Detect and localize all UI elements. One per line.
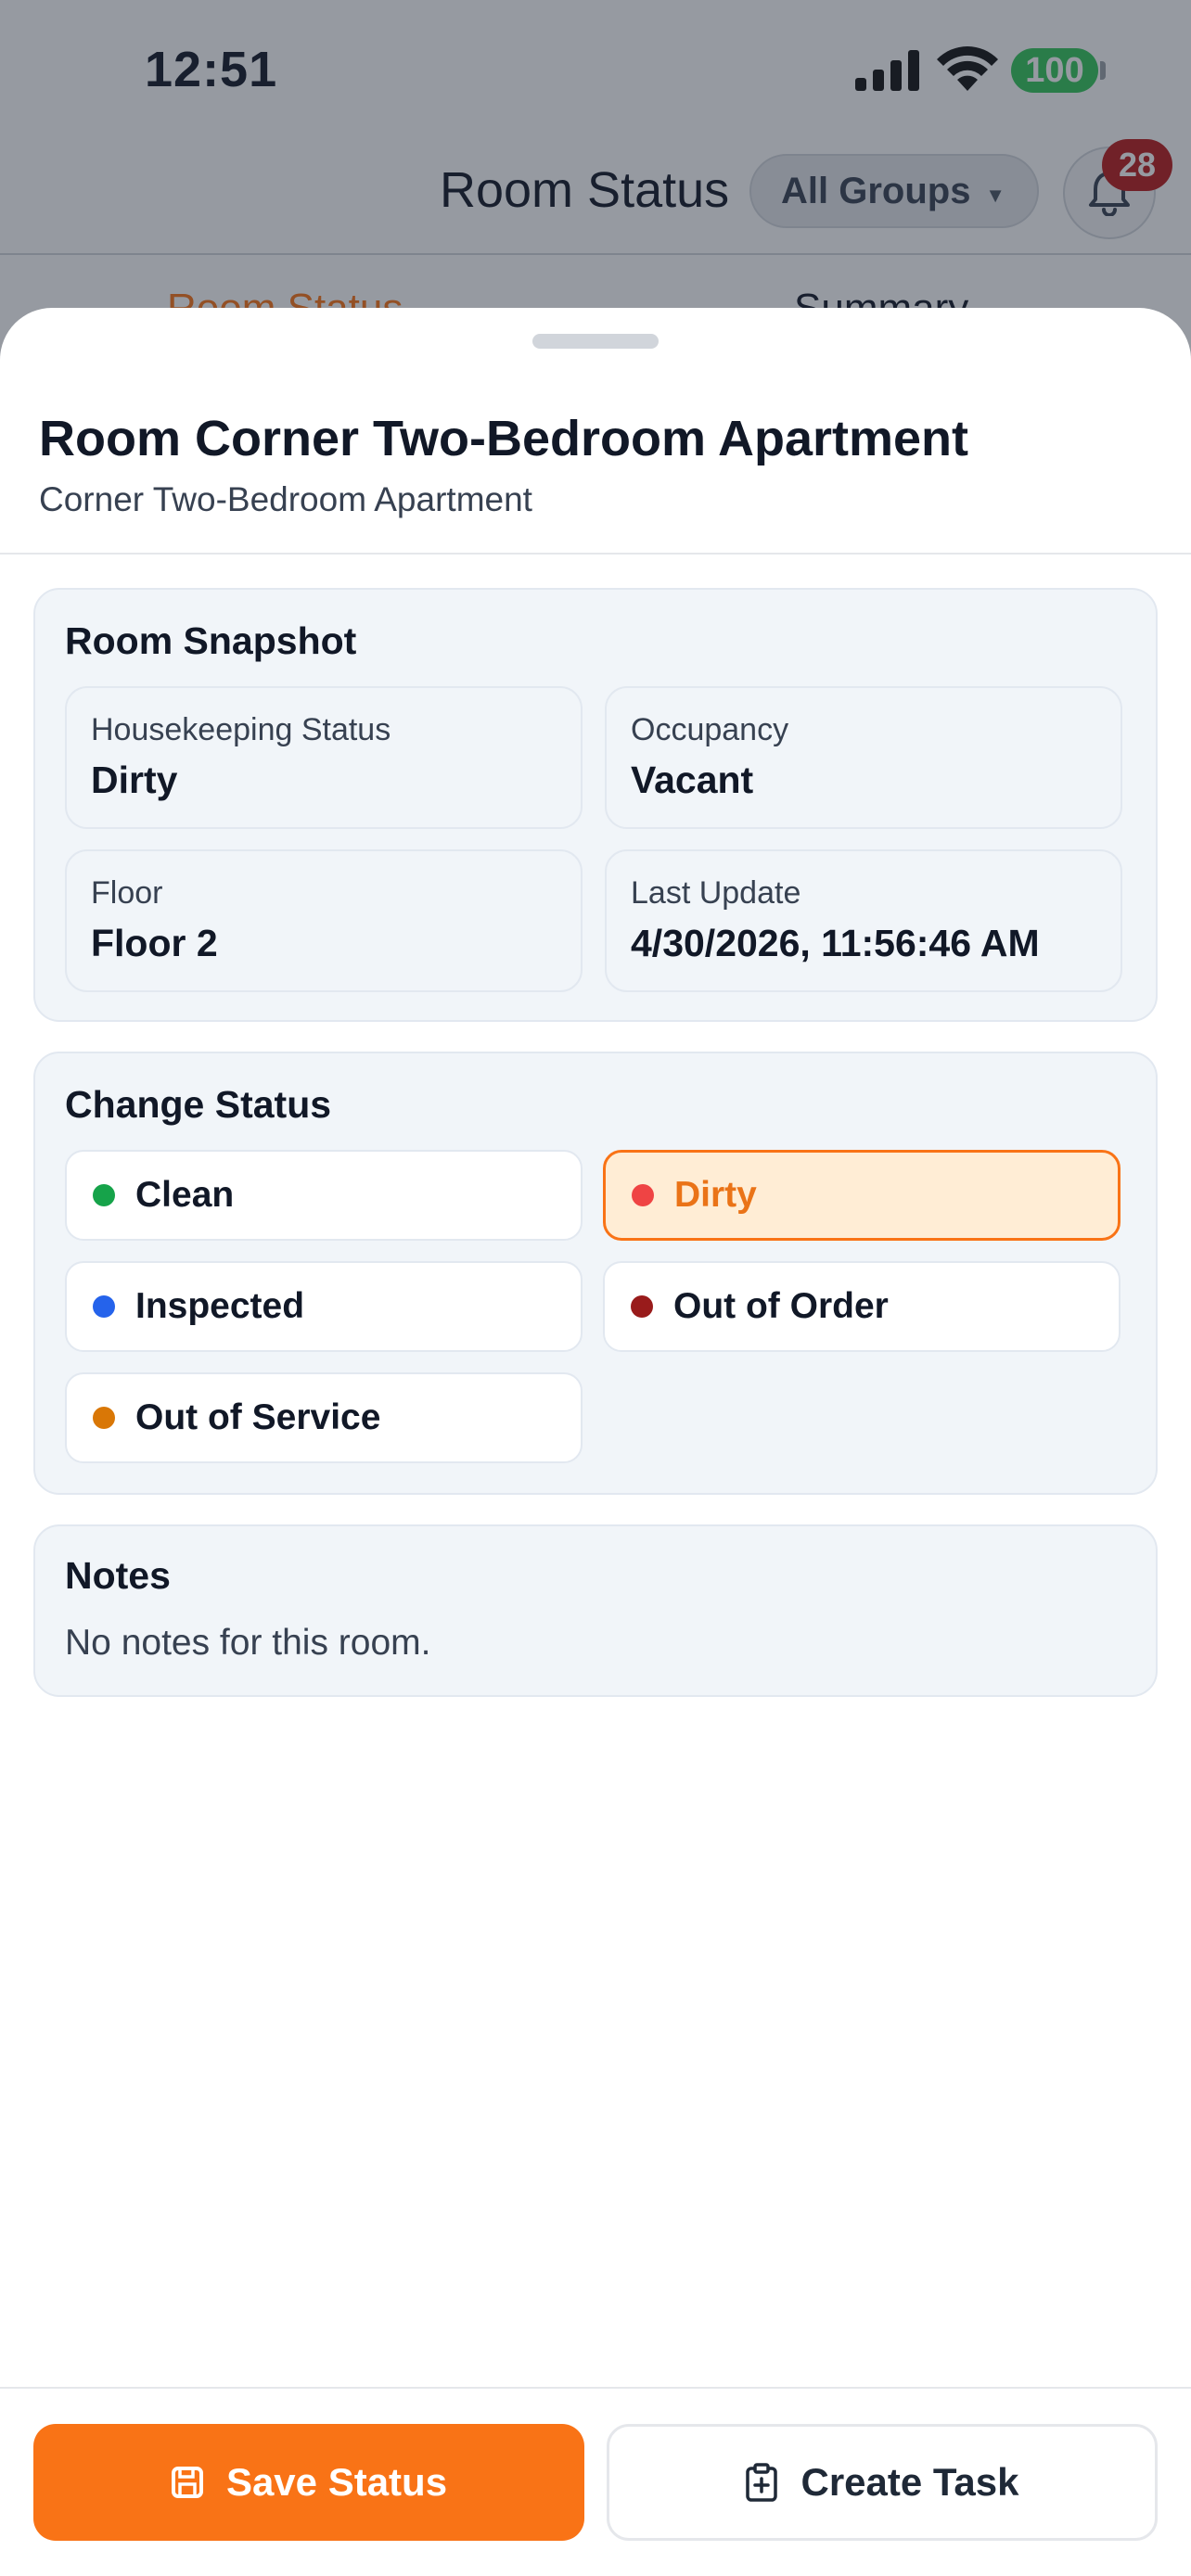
footer-divider: [0, 2387, 1191, 2389]
tile-value: Dirty: [91, 759, 178, 801]
status-option-label: Clean: [135, 1175, 235, 1215]
status-option-label: Out of Service: [135, 1397, 381, 1437]
tile-label: Last Update: [631, 875, 801, 911]
housekeeping-status-tile: Housekeeping Status Dirty: [65, 686, 583, 829]
sheet-title: Room Corner Two-Bedroom Apartment: [39, 411, 969, 466]
status-dot-icon: [632, 1184, 654, 1206]
occupancy-tile: Occupancy Vacant: [605, 686, 1122, 829]
change-status-title: Change Status: [65, 1083, 332, 1126]
room-snapshot-card: Room Snapshot Housekeeping Status Dirty …: [33, 588, 1158, 1022]
create-task-button[interactable]: Create Task: [607, 2424, 1158, 2541]
floor-tile: Floor Floor 2: [65, 849, 583, 992]
sheet-divider: [0, 553, 1191, 555]
status-option-clean[interactable]: Clean: [65, 1150, 583, 1241]
tile-value: 4/30/2026, 11:56:46 AM: [631, 922, 1040, 964]
change-status-card: Change Status Clean Dirty Inspected Out …: [33, 1052, 1158, 1495]
notes-title: Notes: [65, 1554, 171, 1597]
clipboard-plus-icon: [745, 2463, 778, 2502]
status-option-dirty[interactable]: Dirty: [603, 1150, 1121, 1241]
notes-card: Notes No notes for this room.: [33, 1524, 1158, 1697]
status-option-out-of-service[interactable]: Out of Service: [65, 1372, 583, 1463]
status-dot-icon: [93, 1407, 115, 1429]
notes-text: No notes for this room.: [65, 1623, 431, 1663]
tile-value: Floor 2: [91, 922, 218, 964]
tile-value: Vacant: [631, 759, 754, 801]
save-status-button[interactable]: Save Status: [33, 2424, 584, 2541]
status-dot-icon: [93, 1184, 115, 1206]
create-task-label: Create Task: [800, 2460, 1019, 2504]
status-option-out-of-order[interactable]: Out of Order: [603, 1261, 1121, 1352]
sheet-grab-handle[interactable]: [532, 334, 659, 349]
last-update-tile: Last Update 4/30/2026, 11:56:46 AM: [605, 849, 1122, 992]
status-option-label: Dirty: [674, 1175, 757, 1215]
status-dot-icon: [631, 1295, 653, 1318]
status-dot-icon: [93, 1295, 115, 1318]
status-option-label: Inspected: [135, 1286, 305, 1326]
save-status-label: Save Status: [225, 2460, 448, 2504]
room-detail-sheet: Room Corner Two-Bedroom Apartment Corner…: [0, 308, 1191, 2576]
status-option-inspected[interactable]: Inspected: [65, 1261, 583, 1352]
room-snapshot-title: Room Snapshot: [65, 619, 357, 662]
save-icon: [171, 2466, 204, 2499]
sheet-subtitle: Corner Two-Bedroom Apartment: [39, 480, 532, 518]
status-option-label: Out of Order: [673, 1286, 889, 1326]
tile-label: Housekeeping Status: [91, 712, 391, 747]
tile-label: Floor: [91, 875, 163, 911]
tile-label: Occupancy: [631, 712, 789, 747]
